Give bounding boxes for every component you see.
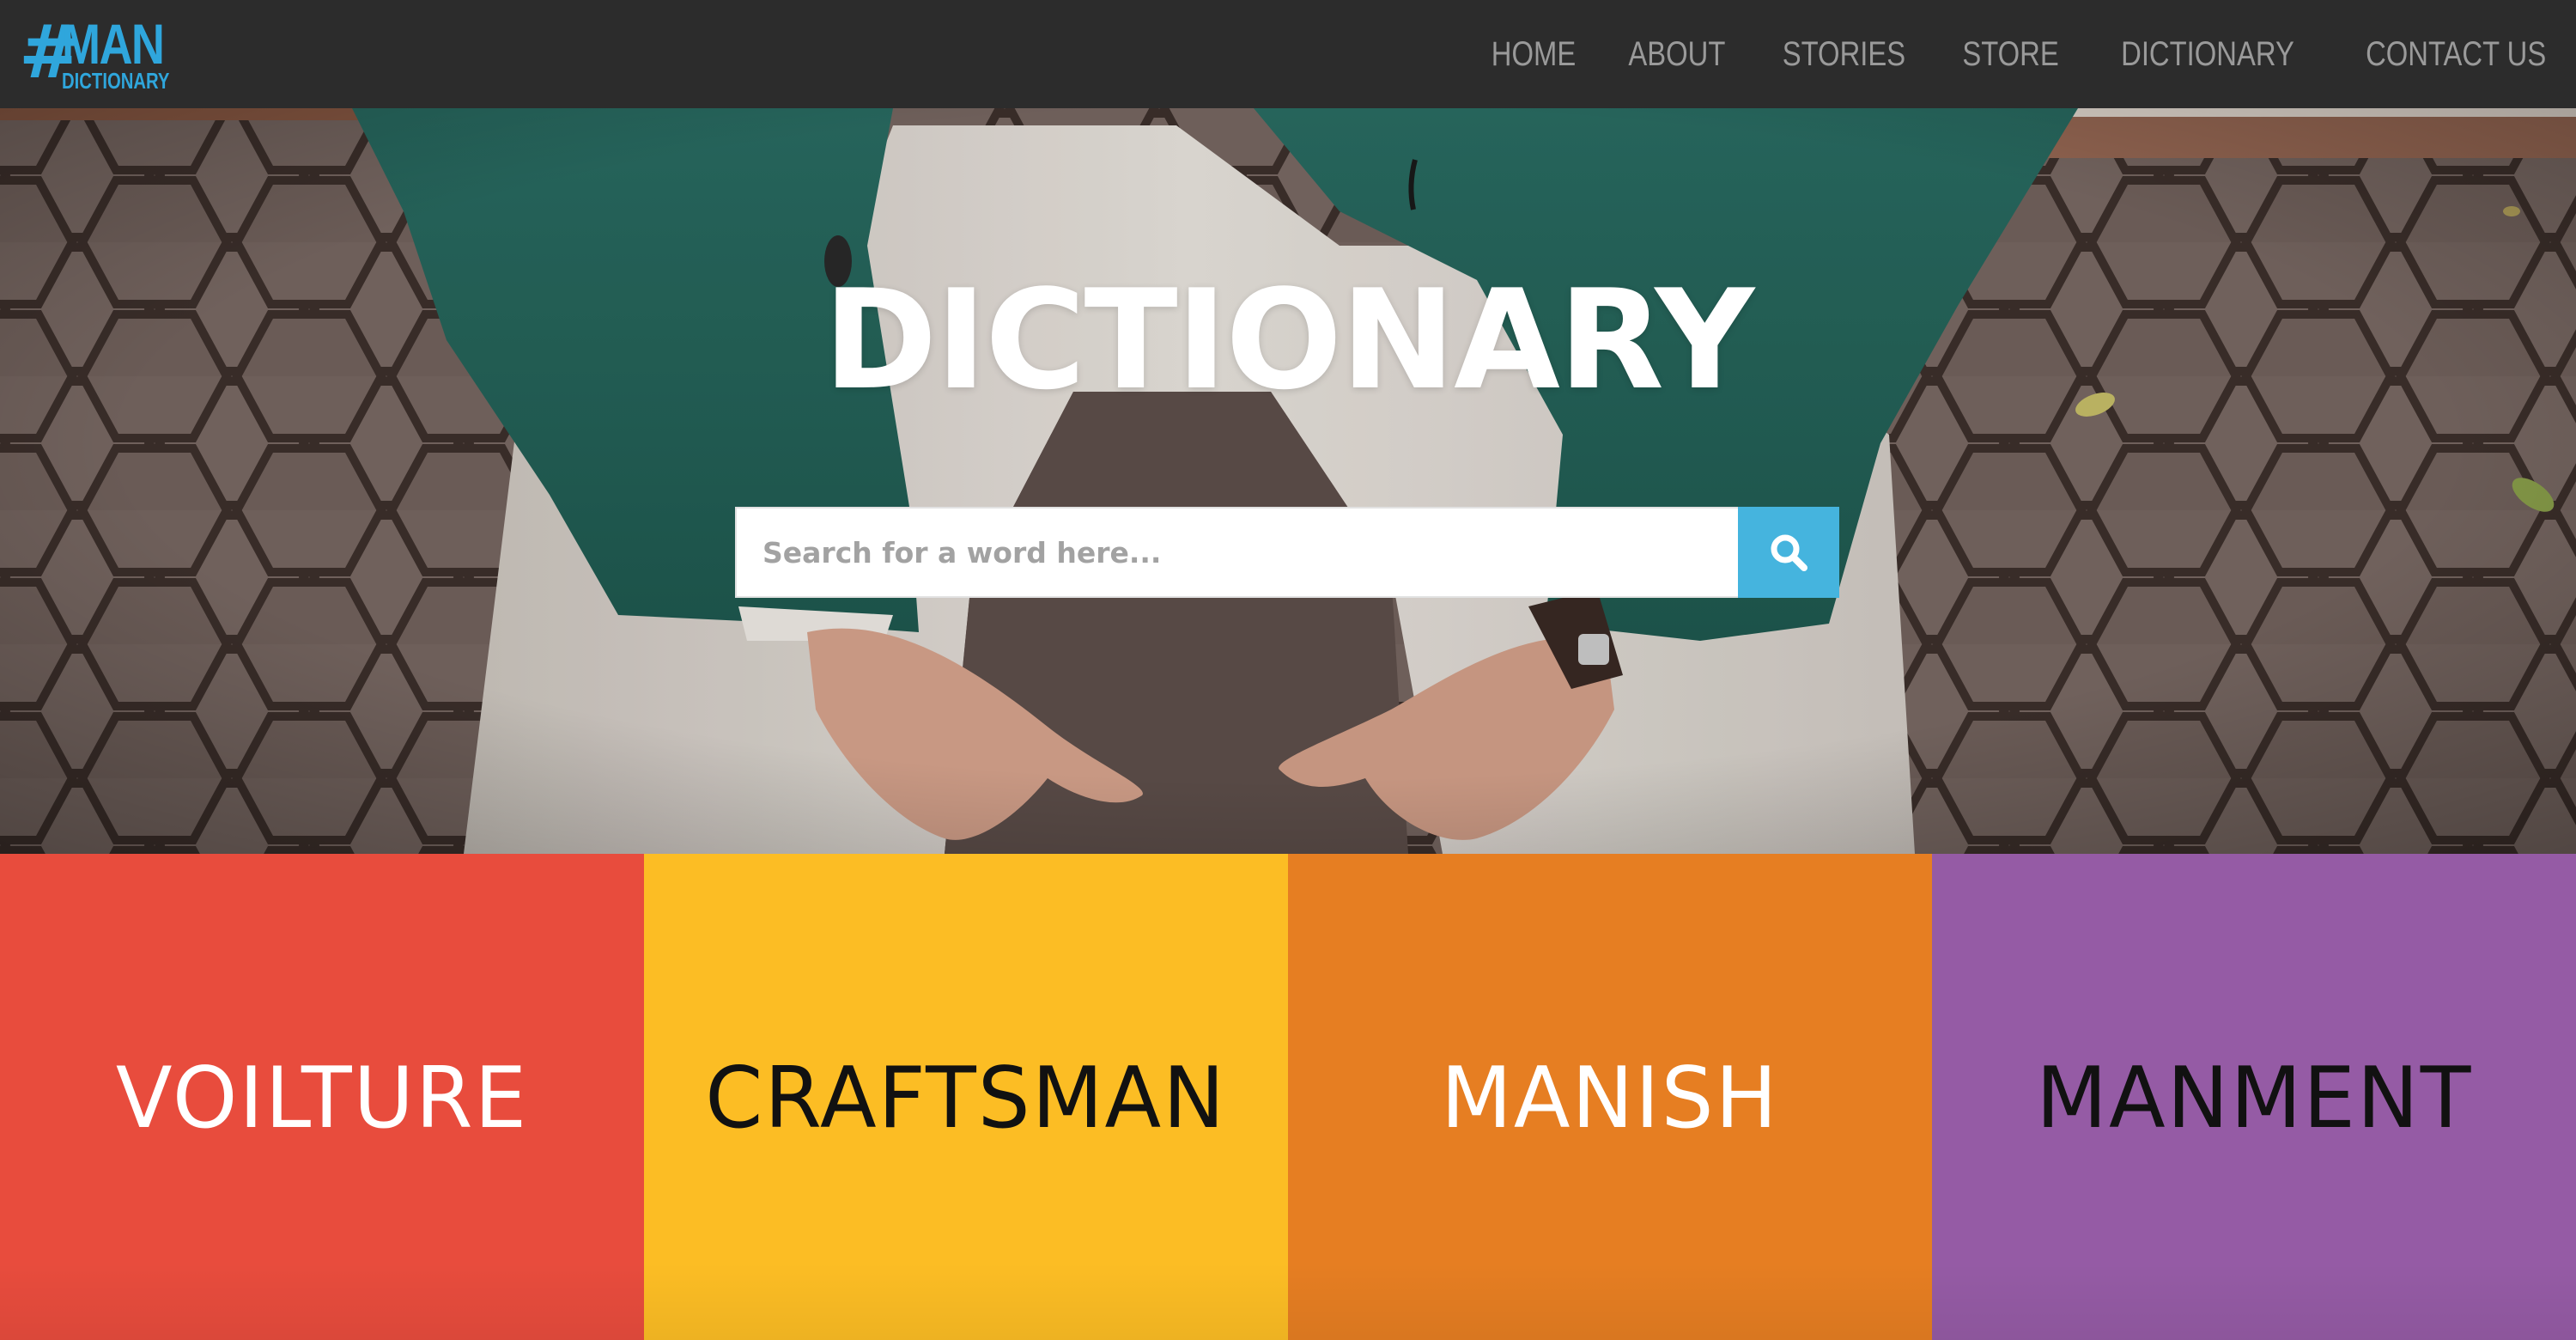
word-tile-label: CRAFTSMAN: [705, 1050, 1227, 1148]
search-input[interactable]: [735, 507, 1738, 598]
nav-item-contact-us[interactable]: CONTACT US: [2366, 35, 2546, 74]
page-title: DICTIONARY: [823, 259, 1755, 420]
word-tiles: VOILTURE CRAFTSMAN MANISH MANMENT: [0, 854, 2576, 1340]
word-tile-label: VOILTURE: [115, 1050, 529, 1148]
logo-subtitle: DICTIONARY: [62, 68, 170, 94]
word-tile-manment[interactable]: MANMENT: [1932, 854, 2576, 1340]
nav-item-dictionary[interactable]: DICTIONARY: [2121, 35, 2294, 74]
word-tile-label: MANISH: [1441, 1050, 1779, 1148]
nav-menu: HOME ABOUT STORIES STORE DICTIONARY CONT…: [1492, 0, 2554, 108]
word-tile-manish[interactable]: MANISH: [1288, 854, 1932, 1340]
nav-item-store[interactable]: STORE: [1962, 35, 2058, 74]
search-icon: [1771, 534, 1807, 571]
hero-background-photo: [0, 108, 2576, 854]
word-tile-craftsman[interactable]: CRAFTSMAN: [644, 854, 1288, 1340]
nav-item-home[interactable]: HOME: [1492, 35, 1576, 74]
word-tile-voilture[interactable]: VOILTURE: [0, 854, 644, 1340]
nav-item-about[interactable]: ABOUT: [1628, 35, 1725, 74]
search-button[interactable]: [1738, 507, 1839, 598]
logo-name: MAN: [62, 12, 165, 76]
word-tile-label: MANMENT: [2035, 1050, 2473, 1148]
hero-section: DICTIONARY: [0, 108, 2576, 854]
search-bar: [735, 507, 1839, 598]
nav-item-stories[interactable]: STORIES: [1783, 35, 1905, 74]
top-navbar: # MAN DICTIONARY HOME ABOUT STORIES STOR…: [0, 0, 2576, 108]
site-logo[interactable]: # MAN DICTIONARY: [19, 12, 169, 96]
